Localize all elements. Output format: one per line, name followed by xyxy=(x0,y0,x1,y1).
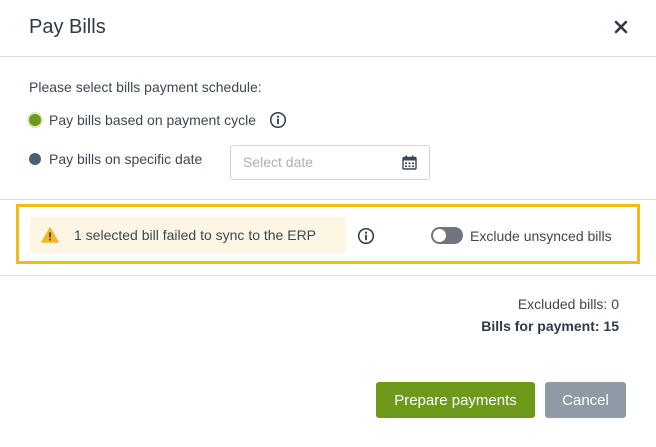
radio-unselected-indicator[interactable] xyxy=(29,153,41,165)
info-icon[interactable] xyxy=(357,227,375,245)
cancel-button[interactable]: Cancel xyxy=(545,382,626,418)
bills-for-payment-count: Bills for payment: 15 xyxy=(481,318,619,334)
sync-warning-banner: 1 selected bill failed to sync to the ER… xyxy=(30,217,346,253)
calendar-icon[interactable] xyxy=(402,155,417,170)
section-divider xyxy=(0,199,656,200)
exclude-unsynced-toggle[interactable]: Exclude unsynced bills xyxy=(431,227,612,244)
toggle-switch[interactable] xyxy=(431,227,463,244)
dialog-header: Pay Bills xyxy=(0,0,656,57)
date-input[interactable] xyxy=(243,154,393,170)
sync-warning-text: 1 selected bill failed to sync to the ER… xyxy=(74,227,317,243)
radio-label-payment-cycle: Pay bills based on payment cycle xyxy=(49,112,256,128)
radio-option-specific-date[interactable]: Pay bills on specific date xyxy=(29,151,202,167)
date-picker[interactable] xyxy=(230,145,430,180)
close-icon[interactable] xyxy=(614,18,628,34)
info-icon[interactable] xyxy=(269,111,287,129)
schedule-prompt: Please select bills payment schedule: xyxy=(29,79,262,95)
radio-option-payment-cycle[interactable]: Pay bills based on payment cycle xyxy=(29,111,287,129)
warning-icon xyxy=(41,227,59,243)
radio-selected-indicator[interactable] xyxy=(29,114,41,126)
section-divider xyxy=(0,275,656,276)
radio-label-specific-date: Pay bills on specific date xyxy=(49,151,203,167)
excluded-bills-count: Excluded bills: 0 xyxy=(517,296,619,312)
toggle-label: Exclude unsynced bills xyxy=(470,227,612,244)
prepare-payments-button[interactable]: Prepare payments xyxy=(376,382,535,418)
toggle-knob xyxy=(433,229,446,242)
dialog-title: Pay Bills xyxy=(29,16,106,38)
